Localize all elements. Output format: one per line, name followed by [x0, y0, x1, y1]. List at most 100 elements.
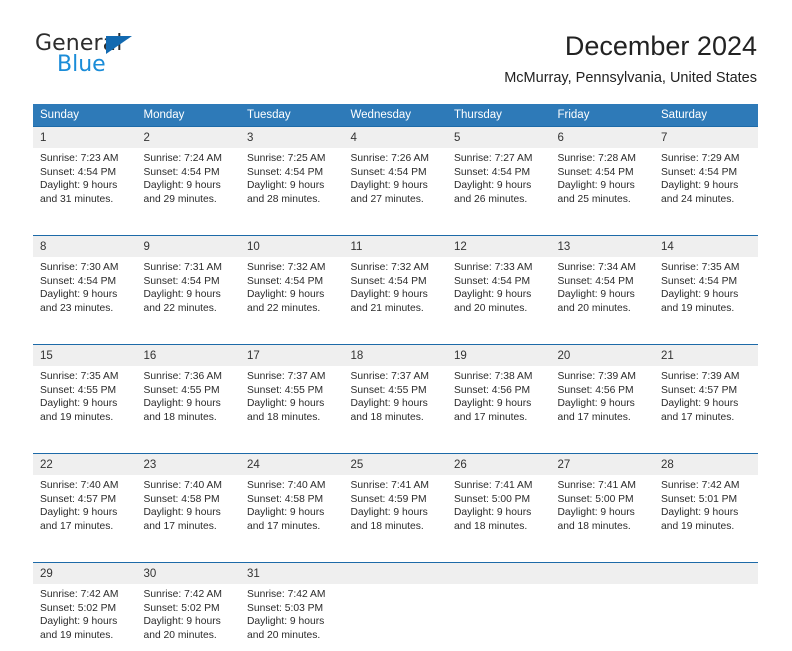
daylight-text-line1: Daylight: 9 hours [247, 397, 338, 411]
day-number[interactable]: 28 [654, 454, 758, 476]
day-number[interactable]: 23 [137, 454, 241, 476]
general-blue-logo[interactable]: General Blue [35, 33, 235, 89]
sunset-text: Sunset: 5:02 PM [144, 602, 235, 616]
sunset-text: Sunset: 4:54 PM [351, 275, 442, 289]
week-1-daynumber-row: 1 2 3 4 5 6 7 [33, 127, 758, 149]
sunset-text: Sunset: 4:59 PM [351, 493, 442, 507]
sunset-text: Sunset: 5:03 PM [247, 602, 338, 616]
day-cell: Sunrise: 7:29 AMSunset: 4:54 PMDaylight:… [654, 148, 758, 215]
sunrise-text: Sunrise: 7:42 AM [144, 588, 235, 602]
daylight-text-line2: and 22 minutes. [144, 302, 235, 316]
daylight-text-line1: Daylight: 9 hours [454, 397, 545, 411]
sunrise-text: Sunrise: 7:29 AM [661, 152, 752, 166]
day-number[interactable]: 13 [551, 236, 655, 258]
sunrise-text: Sunrise: 7:40 AM [144, 479, 235, 493]
day-number[interactable]: 30 [137, 563, 241, 585]
day-cell: Sunrise: 7:35 AMSunset: 4:54 PMDaylight:… [654, 257, 758, 324]
daylight-text-line1: Daylight: 9 hours [661, 288, 752, 302]
day-cell: Sunrise: 7:39 AMSunset: 4:56 PMDaylight:… [551, 366, 655, 433]
sunset-text: Sunset: 4:55 PM [144, 384, 235, 398]
day-number[interactable]: 21 [654, 345, 758, 367]
day-number[interactable]: 11 [344, 236, 448, 258]
daylight-text-line2: and 19 minutes. [40, 411, 131, 425]
sunset-text: Sunset: 5:02 PM [40, 602, 131, 616]
daylight-text-line1: Daylight: 9 hours [40, 397, 131, 411]
day-number[interactable]: 29 [33, 563, 137, 585]
day-number[interactable]: 16 [137, 345, 241, 367]
day-number[interactable]: 19 [447, 345, 551, 367]
sunrise-text: Sunrise: 7:41 AM [558, 479, 649, 493]
weekday-header-thursday: Thursday [447, 104, 551, 127]
sunset-text: Sunset: 4:55 PM [247, 384, 338, 398]
day-number[interactable]: 31 [240, 563, 344, 585]
daylight-text-line1: Daylight: 9 hours [661, 506, 752, 520]
daylight-text-line2: and 18 minutes. [454, 520, 545, 534]
day-number[interactable]: 20 [551, 345, 655, 367]
day-number[interactable]: 17 [240, 345, 344, 367]
day-number[interactable]: 2 [137, 127, 241, 149]
day-number[interactable]: 1 [33, 127, 137, 149]
day-cell: Sunrise: 7:42 AMSunset: 5:02 PMDaylight:… [33, 584, 137, 651]
daylight-text-line2: and 25 minutes. [558, 193, 649, 207]
sunset-text: Sunset: 4:54 PM [661, 166, 752, 180]
sunrise-text: Sunrise: 7:25 AM [247, 152, 338, 166]
sunset-text: Sunset: 5:00 PM [558, 493, 649, 507]
daylight-text-line2: and 31 minutes. [40, 193, 131, 207]
daylight-text-line2: and 29 minutes. [144, 193, 235, 207]
daylight-text-line2: and 17 minutes. [661, 411, 752, 425]
day-number[interactable]: 8 [33, 236, 137, 258]
day-number[interactable]: 15 [33, 345, 137, 367]
calendar-page: General Blue December 2024 McMurray, Pen… [0, 0, 792, 612]
day-cell: Sunrise: 7:41 AMSunset: 5:00 PMDaylight:… [447, 475, 551, 542]
day-cell: Sunrise: 7:38 AMSunset: 4:56 PMDaylight:… [447, 366, 551, 433]
sunset-text: Sunset: 4:58 PM [247, 493, 338, 507]
daylight-text-line1: Daylight: 9 hours [351, 397, 442, 411]
sunrise-text: Sunrise: 7:28 AM [558, 152, 649, 166]
week-gap [33, 542, 758, 563]
day-number[interactable]: 10 [240, 236, 344, 258]
sunrise-text: Sunrise: 7:42 AM [661, 479, 752, 493]
sunset-text: Sunset: 4:54 PM [247, 275, 338, 289]
day-cell: Sunrise: 7:36 AMSunset: 4:55 PMDaylight:… [137, 366, 241, 433]
daylight-text-line1: Daylight: 9 hours [351, 288, 442, 302]
sunrise-text: Sunrise: 7:41 AM [454, 479, 545, 493]
day-number[interactable]: 6 [551, 127, 655, 149]
daylight-text-line1: Daylight: 9 hours [40, 179, 131, 193]
daylight-text-line1: Daylight: 9 hours [144, 397, 235, 411]
daylight-text-line2: and 19 minutes. [661, 520, 752, 534]
sunset-text: Sunset: 4:54 PM [351, 166, 442, 180]
day-cell: Sunrise: 7:35 AMSunset: 4:55 PMDaylight:… [33, 366, 137, 433]
day-number[interactable]: 22 [33, 454, 137, 476]
day-number[interactable]: 27 [551, 454, 655, 476]
sunrise-text: Sunrise: 7:35 AM [40, 370, 131, 384]
daylight-text-line1: Daylight: 9 hours [247, 506, 338, 520]
daylight-text-line2: and 17 minutes. [558, 411, 649, 425]
weekday-header-row: Sunday Monday Tuesday Wednesday Thursday… [33, 104, 758, 127]
day-cell: Sunrise: 7:32 AMSunset: 4:54 PMDaylight:… [344, 257, 448, 324]
daylight-text-line2: and 26 minutes. [454, 193, 545, 207]
week-4-daynumber-row: 22 23 24 25 26 27 28 [33, 454, 758, 476]
day-number[interactable]: 5 [447, 127, 551, 149]
day-number[interactable]: 7 [654, 127, 758, 149]
day-number[interactable]: 24 [240, 454, 344, 476]
day-number[interactable]: 3 [240, 127, 344, 149]
day-number[interactable]: 9 [137, 236, 241, 258]
day-number[interactable]: 4 [344, 127, 448, 149]
sunrise-text: Sunrise: 7:24 AM [144, 152, 235, 166]
day-number[interactable]: 25 [344, 454, 448, 476]
day-cell: Sunrise: 7:33 AMSunset: 4:54 PMDaylight:… [447, 257, 551, 324]
sunrise-text: Sunrise: 7:40 AM [247, 479, 338, 493]
day-number[interactable]: 12 [447, 236, 551, 258]
day-number[interactable]: 26 [447, 454, 551, 476]
day-number[interactable]: 14 [654, 236, 758, 258]
daylight-text-line1: Daylight: 9 hours [247, 615, 338, 629]
day-cell: Sunrise: 7:40 AMSunset: 4:58 PMDaylight:… [137, 475, 241, 542]
sunset-text: Sunset: 4:56 PM [558, 384, 649, 398]
daylight-text-line2: and 18 minutes. [558, 520, 649, 534]
day-number[interactable]: 18 [344, 345, 448, 367]
day-cell: Sunrise: 7:40 AMSunset: 4:57 PMDaylight:… [33, 475, 137, 542]
logo-triangle-icon [106, 36, 132, 54]
week-2-daynumber-row: 8 9 10 11 12 13 14 [33, 236, 758, 258]
sunset-text: Sunset: 4:57 PM [661, 384, 752, 398]
page-header: General Blue December 2024 McMurray, Pen… [0, 0, 792, 100]
